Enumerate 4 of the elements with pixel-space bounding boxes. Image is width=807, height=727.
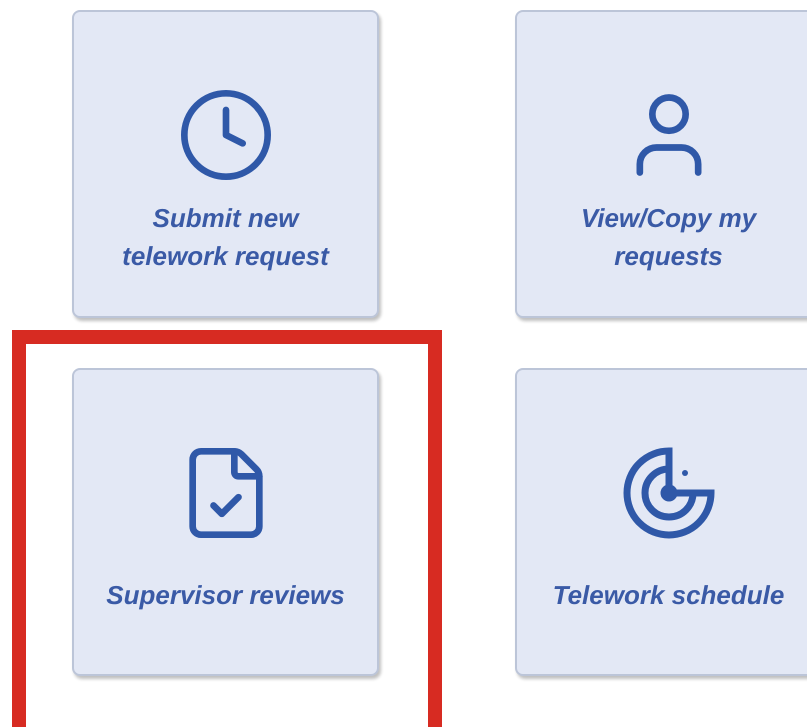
menu-tile[interactable]: Telework schedule [515, 368, 807, 676]
menu-tile[interactable]: Submit new telework request [72, 10, 379, 318]
menu-tile[interactable]: Supervisor reviews [72, 368, 379, 676]
menu-tile[interactable]: View/Copy my requests [515, 10, 807, 318]
